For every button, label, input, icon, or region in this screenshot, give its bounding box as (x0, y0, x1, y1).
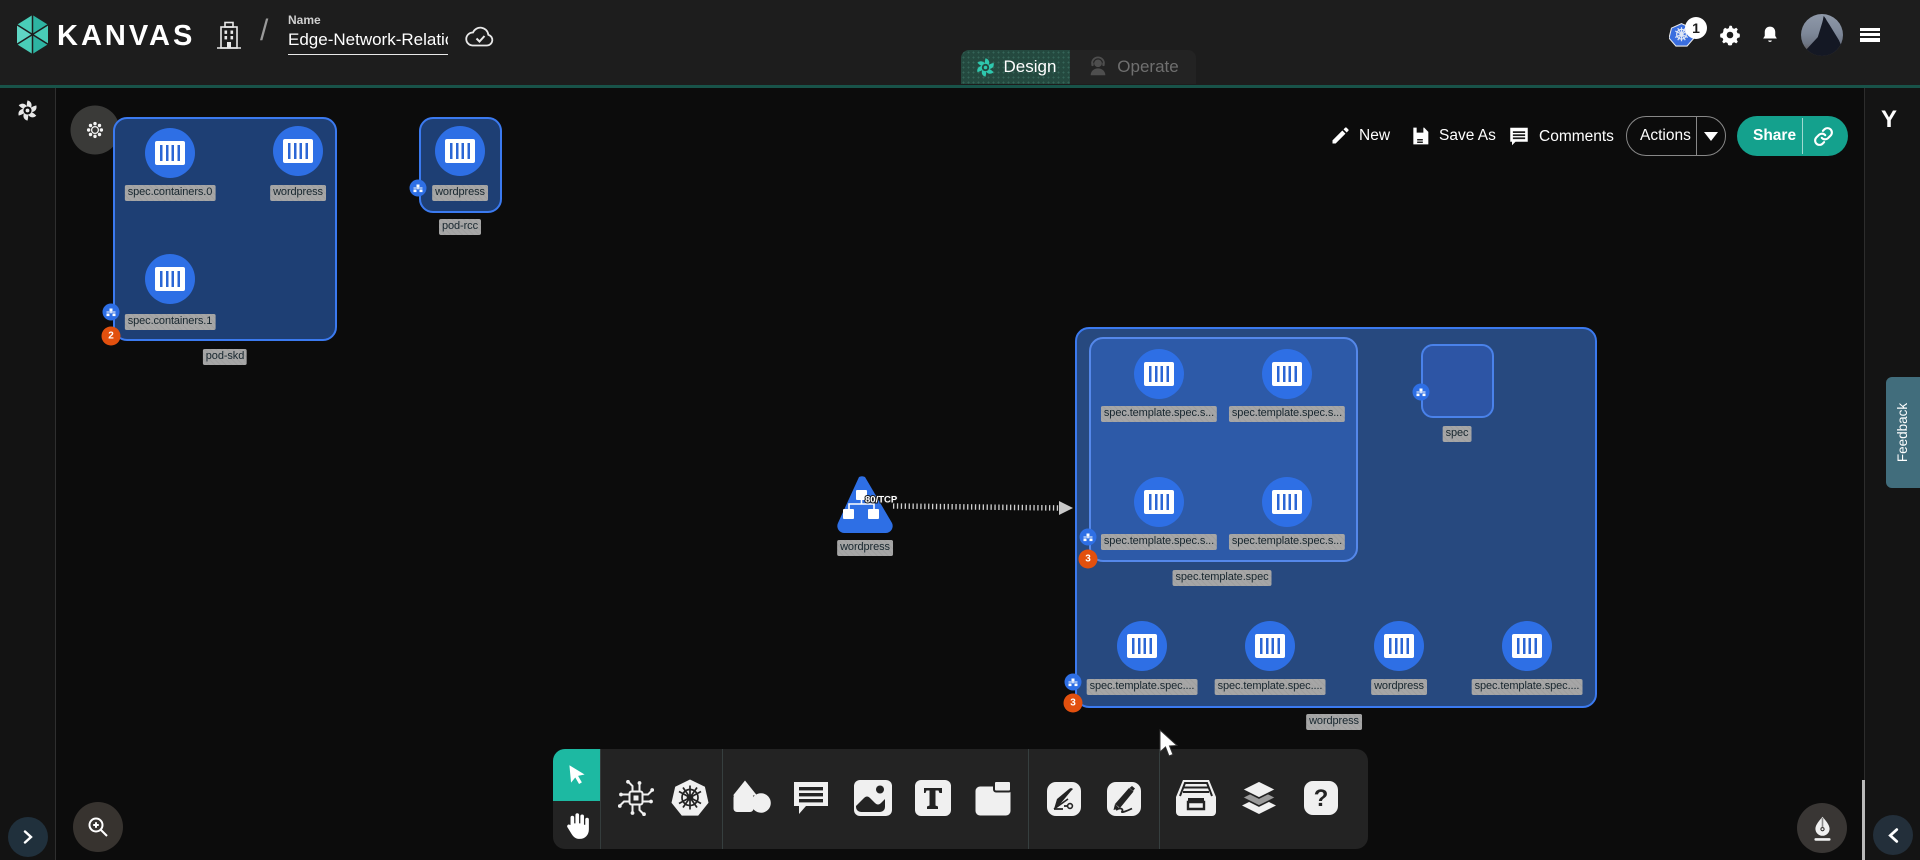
svg-text:?: ? (1314, 785, 1329, 812)
svg-text:80/TCP: 80/TCP (865, 495, 898, 506)
